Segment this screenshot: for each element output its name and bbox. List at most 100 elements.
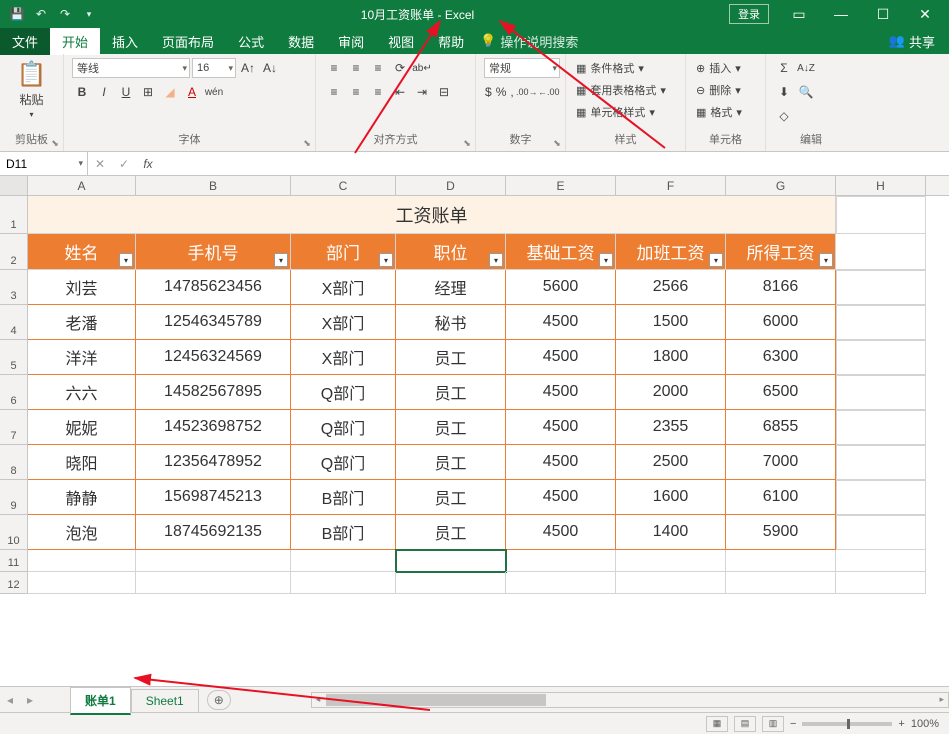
cell[interactable] (291, 550, 396, 572)
find-icon[interactable]: 🔍 (796, 82, 816, 102)
tab-insert[interactable]: 插入 (100, 28, 150, 55)
align-bottom-icon[interactable]: ≡ (368, 58, 388, 78)
cell[interactable]: 12546345789 (136, 305, 291, 340)
border-button[interactable]: ⊞ (138, 82, 158, 102)
cell[interactable] (396, 572, 506, 594)
tab-help[interactable]: 帮助 (426, 28, 476, 55)
cell[interactable]: 4500 (506, 480, 616, 515)
sheet-tab-other[interactable]: Sheet1 (131, 689, 199, 712)
cell[interactable]: 7000 (726, 445, 836, 480)
row-header[interactable]: 8 (0, 445, 28, 480)
cell[interactable]: 15698745213 (136, 480, 291, 515)
cell[interactable] (506, 550, 616, 572)
tab-view[interactable]: 视图 (376, 28, 426, 55)
cell[interactable]: 2355 (616, 410, 726, 445)
number-format-combo[interactable]: 常规 (484, 58, 560, 78)
cell[interactable]: X部门 (291, 340, 396, 375)
filter-button[interactable]: ▾ (119, 253, 133, 267)
add-sheet-button[interactable]: ⊕ (207, 690, 231, 710)
cell[interactable] (291, 572, 396, 594)
cell[interactable] (836, 480, 926, 515)
cell[interactable]: 6000 (726, 305, 836, 340)
cell[interactable]: 泡泡 (28, 515, 136, 550)
cell[interactable]: 5900 (726, 515, 836, 550)
col-header-C[interactable]: C (291, 176, 396, 195)
cell[interactable]: 员工 (396, 410, 506, 445)
format-as-table-button[interactable]: ▦套用表格格式 ▾ (574, 80, 677, 100)
cell[interactable]: 14523698752 (136, 410, 291, 445)
row-header[interactable]: 11 (0, 550, 28, 572)
align-launcher-icon[interactable]: ⬊ (461, 137, 473, 149)
cell[interactable]: 4500 (506, 410, 616, 445)
select-all-corner[interactable] (0, 176, 28, 195)
filter-button[interactable]: ▾ (379, 253, 393, 267)
fill-icon[interactable]: ⬇ (774, 82, 794, 102)
wrap-text-icon[interactable]: ab↵ (412, 58, 432, 78)
cell[interactable]: 所得工资▾ (726, 234, 836, 270)
share-button[interactable]: 👥 共享 (889, 32, 949, 51)
currency-icon[interactable]: $ (484, 82, 493, 102)
scrollbar-thumb[interactable] (326, 694, 546, 706)
cell[interactable]: B部门 (291, 480, 396, 515)
paste-button[interactable]: 📋 粘贴 ▾ (8, 58, 55, 121)
cell[interactable]: 经理 (396, 270, 506, 305)
indent-dec-icon[interactable]: ⇤ (390, 82, 410, 102)
number-launcher-icon[interactable]: ⬊ (551, 137, 563, 149)
cell[interactable] (836, 550, 926, 572)
filter-button[interactable]: ▾ (489, 253, 503, 267)
cell[interactable] (28, 550, 136, 572)
align-center-icon[interactable]: ≡ (346, 82, 366, 102)
zoom-level[interactable]: 100% (911, 718, 939, 730)
spreadsheet-grid[interactable]: ABCDEFGH 1工资账单2姓名▾手机号▾部门▾职位▾基础工资▾加班工资▾所得… (0, 176, 949, 686)
row-header[interactable]: 6 (0, 375, 28, 410)
cell[interactable]: 老潘 (28, 305, 136, 340)
phonetic-button[interactable]: wén (204, 82, 224, 102)
cell[interactable]: 14582567895 (136, 375, 291, 410)
cell[interactable] (506, 572, 616, 594)
cell[interactable]: 2000 (616, 375, 726, 410)
save-icon[interactable]: 💾 (8, 5, 26, 23)
font-color-button[interactable]: A (182, 82, 202, 102)
cell[interactable]: 加班工资▾ (616, 234, 726, 270)
row-header[interactable]: 4 (0, 305, 28, 340)
tab-formulas[interactable]: 公式 (226, 28, 276, 55)
italic-button[interactable]: I (94, 82, 114, 102)
cell[interactable]: 14785623456 (136, 270, 291, 305)
tell-me-search[interactable]: 💡 操作说明搜索 (480, 32, 578, 51)
cell[interactable]: Q部门 (291, 375, 396, 410)
qat-more-icon[interactable]: ▾ (80, 5, 98, 23)
row-header[interactable]: 9 (0, 480, 28, 515)
insert-cells-button[interactable]: ⊕插入 ▾ (694, 58, 757, 78)
col-header-B[interactable]: B (136, 176, 291, 195)
tab-layout[interactable]: 页面布局 (150, 28, 226, 55)
font-size-combo[interactable]: 16 (192, 58, 236, 78)
close-icon[interactable]: ✕ (905, 2, 945, 26)
cancel-formula-icon[interactable]: ✕ (88, 157, 112, 171)
underline-button[interactable]: U (116, 82, 136, 102)
cell[interactable]: 2500 (616, 445, 726, 480)
cell[interactable] (396, 550, 506, 572)
cell[interactable]: 部门▾ (291, 234, 396, 270)
filter-button[interactable]: ▾ (819, 253, 833, 267)
col-header-E[interactable]: E (506, 176, 616, 195)
cell[interactable] (136, 550, 291, 572)
cell[interactable]: 6500 (726, 375, 836, 410)
decrease-font-icon[interactable]: A↓ (260, 58, 280, 78)
clear-icon[interactable]: ◇ (774, 106, 794, 126)
row-header[interactable]: 3 (0, 270, 28, 305)
merge-button[interactable]: ⊟ (434, 82, 454, 102)
col-header-H[interactable]: H (836, 176, 926, 195)
filter-button[interactable]: ▾ (599, 253, 613, 267)
cell[interactable]: 员工 (396, 445, 506, 480)
cell[interactable]: 4500 (506, 305, 616, 340)
cell[interactable]: 六六 (28, 375, 136, 410)
cell[interactable] (136, 572, 291, 594)
cell[interactable]: 静静 (28, 480, 136, 515)
cell[interactable] (836, 410, 926, 445)
cell[interactable]: B部门 (291, 515, 396, 550)
cell[interactable]: 12356478952 (136, 445, 291, 480)
cell[interactable]: 职位▾ (396, 234, 506, 270)
cell[interactable] (836, 375, 926, 410)
row-header[interactable]: 7 (0, 410, 28, 445)
row-header[interactable]: 1 (0, 196, 28, 234)
